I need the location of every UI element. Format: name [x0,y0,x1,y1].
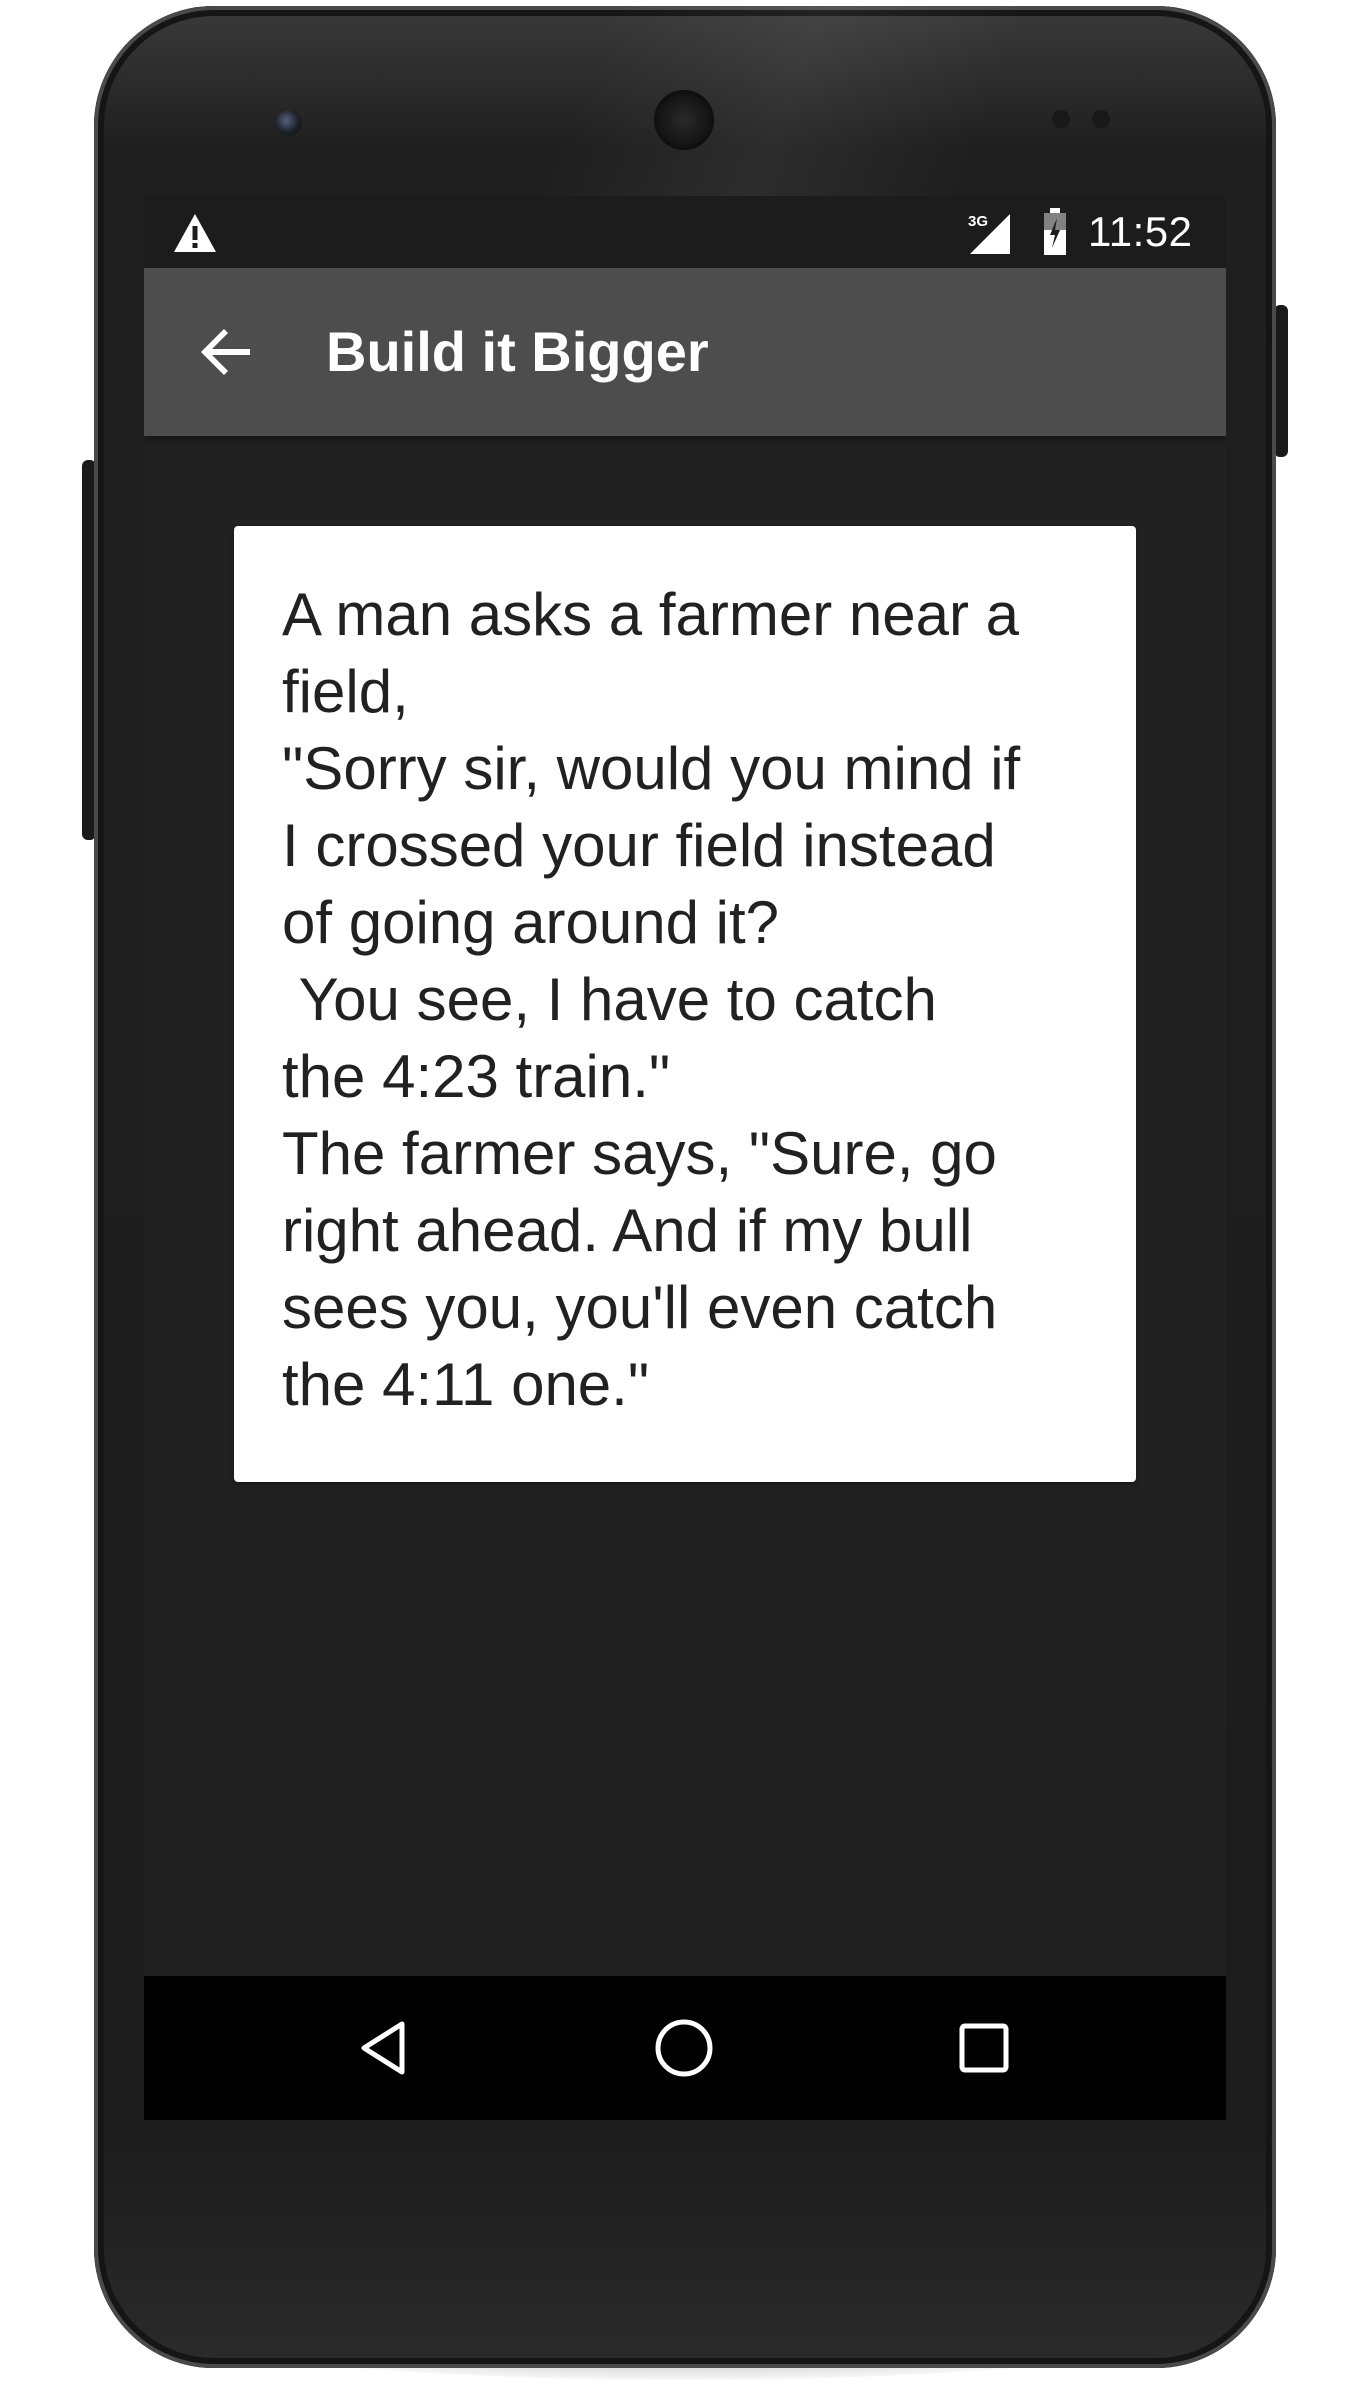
nav-home-circle-icon [655,2019,713,2077]
nav-back-triangle-icon [361,2021,405,2075]
warning-icon [174,214,216,252]
battery-icon [1044,208,1066,255]
joke-card: A man asks a farmer near a field, "Sorry… [234,526,1136,1482]
signal-icon: 3G [968,213,1010,254]
back-button[interactable] [184,310,268,394]
navigation-bar [144,1976,1226,2120]
status-clock: 11:52 [1088,208,1193,255]
joke-text: A man asks a farmer near a field, "Sorry… [282,581,1021,1418]
device-screen: 3G 11:52 Build it Bigger A man asks a fa… [144,196,1226,2120]
power-button [1274,305,1288,457]
nav-recents-square-icon [959,2023,1009,2073]
nav-recents-button[interactable] [934,1998,1034,2098]
nav-back-button[interactable] [334,1998,434,2098]
nav-home-button[interactable] [634,1998,734,2098]
proximity-sensor [1052,110,1070,128]
page-title: Build it Bigger [326,320,709,383]
light-sensor [1092,110,1110,128]
front-camera [276,110,302,136]
network-type: 3G [968,213,988,230]
arrow-back-icon [201,329,250,375]
app-bar: Build it Bigger [144,268,1226,436]
status-bar: 3G 11:52 [144,196,1226,268]
earpiece-speaker [654,90,714,150]
